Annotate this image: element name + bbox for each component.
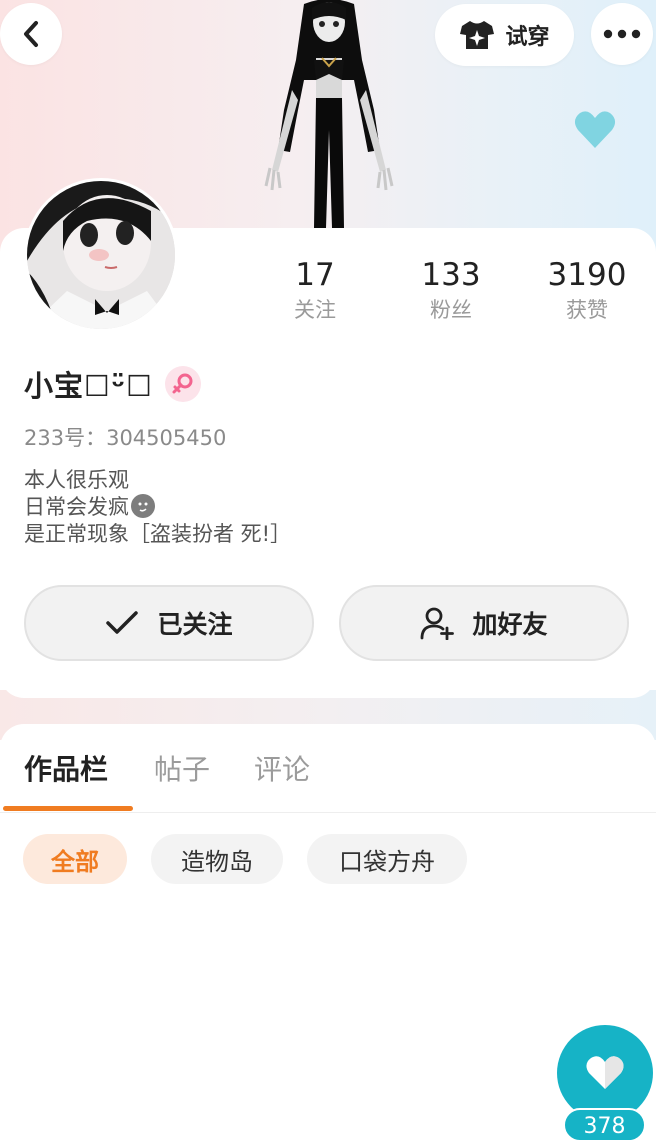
bio-line-with-emoji: 日常会发疯 [24,494,291,521]
followed-button[interactable]: 已关注 [24,585,314,661]
bio-line: 日常会发疯 [24,495,129,519]
stat-label: 关注 [294,298,336,322]
stat-value: 3190 [547,257,627,293]
active-tab-indicator [3,806,133,811]
tshirt-sparkle-icon [460,21,495,49]
stat-value: 17 [295,257,335,293]
add-user-icon [421,607,455,640]
stat-following[interactable]: 17 关注 [255,255,375,325]
filter-chip-pocket-ark[interactable]: 口袋方舟 [307,834,467,884]
stat-label: 获赞 [566,298,608,322]
user-id: 233号：304505450 [24,426,227,450]
check-icon [106,611,139,634]
stat-label: 粉丝 [430,298,472,322]
profile-avatar[interactable] [24,178,178,332]
like-count-badge: 378 [563,1108,646,1142]
bio-line: 本人很乐观 [24,468,129,492]
stat-followers[interactable]: 133 粉丝 [391,255,511,325]
bio-line: 是正常现象［盗装扮者 死!］ [24,522,292,546]
face-emoji-icon [131,494,155,518]
chevron-left-icon [24,21,38,47]
tab-divider [0,812,656,813]
name-row: 小宝☐ᵕ̈☐ [24,363,202,405]
add-friend-label: 加好友 [472,610,548,639]
stat-value: 133 [421,257,481,293]
tab-comments[interactable]: 评论 [254,748,310,788]
more-dots-icon [603,29,641,39]
gender-badge [165,366,202,402]
try-on-label: 试穿 [505,25,550,50]
stat-likes[interactable]: 3190 获赞 [527,255,647,325]
try-on-button[interactable]: 试穿 [435,4,574,66]
floating-like-button[interactable] [557,1025,653,1121]
avatar-image [27,181,175,329]
bio: 本人很乐观 日常会发疯 是正常现象［盗装扮者 死!］ [24,467,291,548]
username: 小宝☐ᵕ̈☐ [24,369,154,403]
avatar-figure-image[interactable] [262,0,396,228]
female-icon [172,373,193,394]
content-tabs: 作品栏 帖子 评论 [0,742,656,812]
tab-posts[interactable]: 帖子 [154,748,210,788]
filter-chip-creation-island[interactable]: 造物岛 [151,834,283,884]
like-avatar-heart-icon[interactable] [573,110,617,150]
followed-label: 已关注 [157,610,233,639]
add-friend-button[interactable]: 加好友 [339,585,629,661]
back-button[interactable] [0,3,62,65]
tab-works[interactable]: 作品栏 [24,748,108,788]
heart-icon [586,1056,624,1089]
more-options-button[interactable] [591,3,653,65]
filter-chip-all[interactable]: 全部 [23,834,127,884]
